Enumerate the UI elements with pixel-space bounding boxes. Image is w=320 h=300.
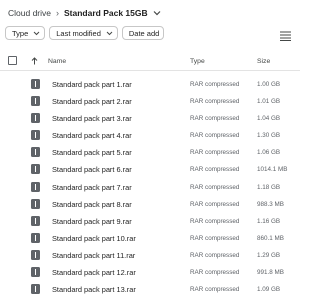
column-header-size[interactable]: Size [257, 58, 270, 65]
last-modified-filter-label: Last modified [56, 28, 101, 38]
file-type: RAR compressed [190, 115, 240, 123]
file-name: Standard pack part 4.rar [52, 131, 132, 141]
archive-file-icon [31, 164, 40, 175]
table-row[interactable]: Standard pack part 1.rar RAR compressed 1.… [0, 76, 300, 93]
file-name: Standard pack part 5.rar [52, 148, 132, 158]
file-type: RAR compressed [190, 269, 240, 277]
archive-file-icon [31, 96, 40, 107]
table-header: Name Type Size [0, 55, 300, 69]
table-row[interactable]: Standard pack part 5.rar RAR compressed 1.… [0, 144, 300, 161]
file-type: RAR compressed [190, 98, 240, 106]
archive-file-icon [31, 284, 40, 295]
archive-file-icon [31, 249, 40, 260]
file-size: 1.18 GB [257, 183, 281, 191]
file-name: Standard pack part 11.rar [52, 250, 136, 260]
file-type: RAR compressed [190, 251, 240, 259]
table-row[interactable]: Standard pack part 6.rar RAR compressed 10… [0, 161, 300, 178]
file-size: 988.3 MB [257, 200, 284, 208]
archive-file-icon [31, 215, 40, 226]
table-row[interactable]: Standard pack part 4.rar RAR compressed 1.… [0, 127, 300, 144]
table-row[interactable]: Standard pack part 7.rar RAR compressed 1.… [0, 179, 300, 196]
file-type: RAR compressed [190, 217, 240, 225]
file-name: Standard pack part 10.rar [52, 233, 136, 243]
file-size: 1.30 GB [257, 132, 281, 140]
file-name: Standard pack part 12.rar [52, 268, 136, 278]
file-size: 860.1 MB [257, 234, 284, 242]
table-row[interactable]: Standard pack part 8.rar RAR compressed 98… [0, 196, 300, 213]
file-name: Standard pack part 2.rar [52, 97, 132, 107]
file-list: Standard pack part 1.rar RAR compressed 1.… [0, 76, 300, 298]
filter-bar: Type Last modified Date add [5, 26, 165, 40]
table-row[interactable]: Standard pack part 13.rar RAR compressed 1… [0, 281, 300, 298]
archive-file-icon [31, 147, 40, 158]
breadcrumb: Cloud drive › Standard Pack 15GB [8, 6, 161, 20]
breadcrumb-current[interactable]: Standard Pack 15GB [64, 8, 148, 18]
list-view-icon[interactable] [280, 28, 291, 41]
last-modified-filter-chip[interactable]: Last modified [49, 26, 118, 40]
archive-file-icon [31, 79, 40, 89]
date-added-filter-label: Date add [128, 28, 160, 38]
column-header-name[interactable]: Name [48, 58, 66, 65]
file-name: Standard pack part 9.rar [52, 216, 132, 226]
file-size: 991.8 MB [257, 269, 284, 277]
chevron-down-icon[interactable] [153, 10, 161, 16]
file-type: RAR compressed [190, 234, 240, 242]
header-divider [0, 70, 300, 71]
column-header-type[interactable]: Type [190, 58, 205, 65]
arrow-up-icon[interactable] [31, 57, 38, 67]
archive-file-icon [31, 198, 40, 209]
table-row[interactable]: Standard pack part 11.rar RAR compressed 1… [0, 247, 300, 264]
archive-file-icon [31, 232, 40, 243]
file-name: Standard pack part 7.rar [52, 182, 132, 192]
file-type: RAR compressed [190, 200, 240, 208]
file-name: Standard pack part 1.rar [52, 80, 132, 89]
table-row[interactable]: Standard pack part 9.rar RAR compressed 1.… [0, 213, 300, 230]
table-row[interactable]: Standard pack part 3.rar RAR compressed 1.… [0, 110, 300, 127]
type-filter-label: Type [12, 28, 29, 38]
archive-file-icon [31, 267, 40, 278]
date-added-filter-chip[interactable]: Date add [121, 26, 165, 40]
file-type: RAR compressed [190, 132, 240, 140]
archive-file-icon [31, 130, 40, 141]
file-type: RAR compressed [190, 166, 240, 174]
file-name: Standard pack part 3.rar [52, 114, 132, 124]
file-name: Standard pack part 13.rar [52, 285, 136, 295]
file-type: RAR compressed [190, 286, 240, 294]
chevron-down-icon [106, 31, 113, 36]
archive-file-icon [31, 181, 40, 192]
table-row[interactable]: Standard pack part 10.rar RAR compressed 8… [0, 230, 300, 247]
archive-file-icon [31, 113, 40, 124]
file-name: Standard pack part 6.rar [52, 165, 132, 175]
file-size: 1.04 GB [257, 115, 281, 123]
chevron-down-icon [33, 31, 40, 36]
file-type: RAR compressed [190, 183, 240, 191]
breadcrumb-root[interactable]: Cloud drive [8, 8, 51, 18]
breadcrumb-separator: › [56, 8, 59, 18]
file-size: 1.29 GB [257, 251, 281, 259]
file-size: 1.09 GB [257, 286, 281, 294]
file-name: Standard pack part 8.rar [52, 199, 132, 209]
file-type: RAR compressed [190, 81, 240, 88]
file-size: 1.00 GB [257, 81, 281, 88]
select-all-checkbox[interactable] [8, 56, 17, 65]
file-type: RAR compressed [190, 149, 240, 157]
table-row[interactable]: Standard pack part 12.rar RAR compressed 9… [0, 264, 300, 281]
file-size: 1.16 GB [257, 217, 281, 225]
file-size: 1.06 GB [257, 149, 281, 157]
file-size: 1.01 GB [257, 98, 281, 106]
table-row[interactable]: Standard pack part 2.rar RAR compressed 1.… [0, 93, 300, 110]
type-filter-chip[interactable]: Type [5, 26, 46, 40]
file-size: 1014.1 MB [257, 166, 288, 174]
